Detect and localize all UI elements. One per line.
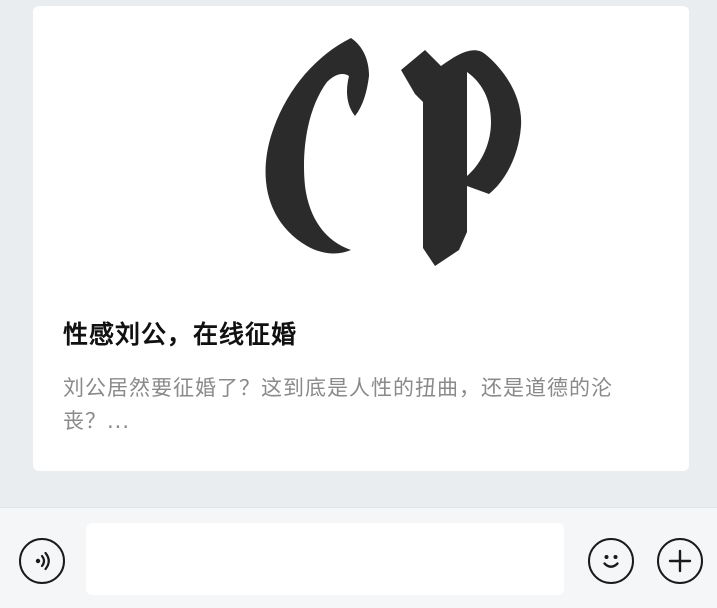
emoji-button[interactable] — [588, 538, 634, 584]
plus-icon — [668, 549, 692, 573]
article-title: 性感刘公，在线征婚 — [63, 320, 298, 349]
article-description: 刘公居然要征婚了？这到底是人性的扭曲，还是道德的沦丧？... — [63, 376, 613, 433]
voice-button[interactable] — [19, 538, 65, 584]
cp-logo — [265, 38, 522, 266]
voice-icon — [35, 551, 50, 571]
chat-page: 性感刘公，在线征婚 刘公居然要征婚了？这到底是人性的扭曲，还是道德的沦丧？... — [0, 0, 717, 608]
article-card[interactable]: 性感刘公，在线征婚 刘公居然要征婚了？这到底是人性的扭曲，还是道德的沦丧？... — [33, 6, 689, 471]
message-input[interactable] — [86, 523, 564, 595]
more-button[interactable] — [657, 538, 703, 584]
message-input-bar — [0, 507, 717, 608]
emoji-icon — [603, 555, 619, 568]
